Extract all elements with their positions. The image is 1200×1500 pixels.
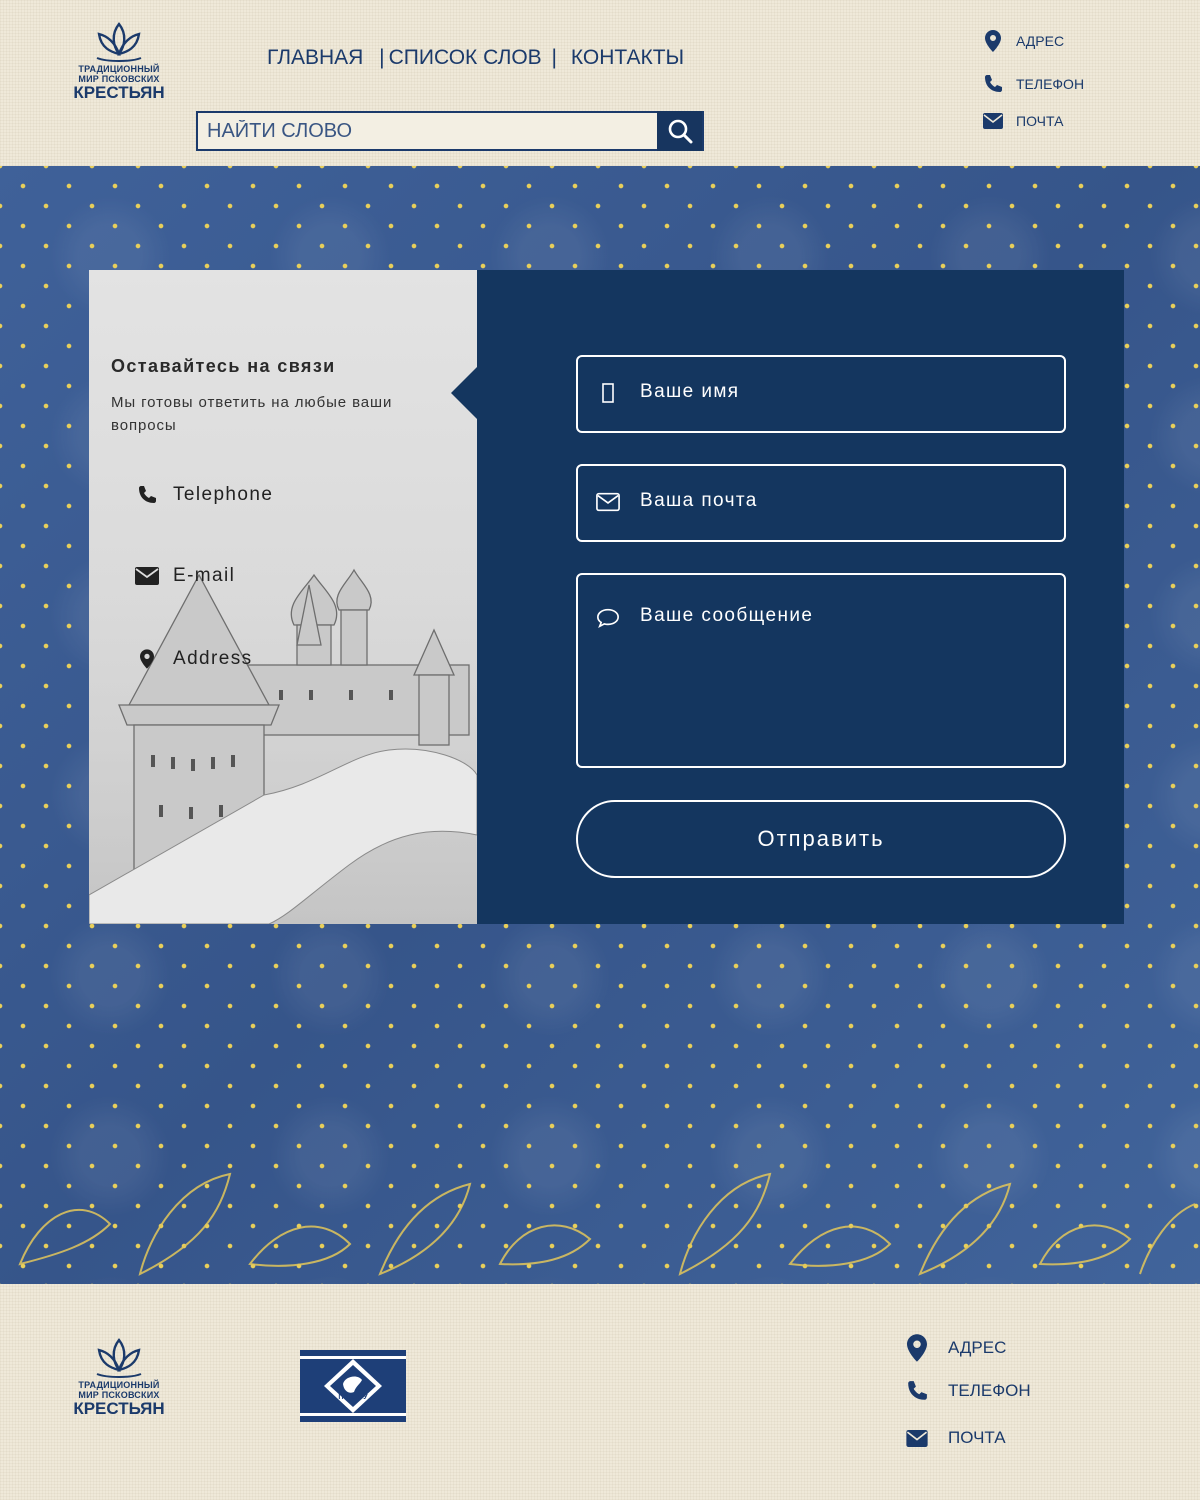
site-footer: ТРАДИЦИОННЫЙ МИР ПСКОВСКИХ КРЕСТЬЯН АДРЕ… xyxy=(0,1284,1200,1500)
panel-notch xyxy=(451,367,477,419)
logo-line-3: КРЕСТЬЯН xyxy=(73,83,165,102)
user-icon xyxy=(596,383,620,403)
phone-icon xyxy=(906,1380,928,1402)
logo-line-1: ТРАДИЦИОННЫЙ xyxy=(78,1380,160,1390)
nav-words-link[interactable]: СПИСОК СЛОВ xyxy=(389,46,542,70)
envelope-icon xyxy=(906,1429,928,1447)
logo-line-1: ТРАДИЦИОННЫЙ xyxy=(78,64,160,74)
nav-contacts-link[interactable]: КОНТАКТЫ xyxy=(571,46,684,70)
message-placeholder: Ваше сообщение xyxy=(640,605,814,626)
phone-icon xyxy=(982,74,1004,94)
footer-phone-label: ТЕЛЕФОН xyxy=(948,1381,1031,1400)
envelope-outline-icon xyxy=(596,492,620,512)
bird-ornament-border xyxy=(18,1172,1196,1276)
footer-mail[interactable]: ПОЧТА xyxy=(906,1428,1006,1448)
header-address[interactable]: АДРЕС xyxy=(982,30,1064,52)
header-mail[interactable]: ПОЧТА xyxy=(982,113,1063,129)
info-email[interactable]: E-mail xyxy=(133,565,235,587)
header-phone[interactable]: ТЕЛЕФОН xyxy=(982,74,1084,94)
map-pin-icon xyxy=(982,30,1004,52)
site-header: ТРАДИЦИОННЫЙ МИР ПСКОВСКИХ КРЕСТЬЯН ГЛАВ… xyxy=(0,0,1200,166)
main-nav: ГЛАВНАЯ | СПИСОК СЛОВ | КОНТАКТЫ xyxy=(267,46,684,70)
contact-form: Ваше имя Ваша почта Ваше сообщение Отпра… xyxy=(477,270,1124,924)
contact-card: Оставайтесь на связи Мы готовы ответить … xyxy=(89,270,1124,924)
logo-leaf-icon xyxy=(96,1338,142,1378)
message-field[interactable]: Ваше сообщение xyxy=(576,573,1066,768)
email-field[interactable]: Ваша почта xyxy=(576,464,1066,542)
search-button[interactable] xyxy=(657,111,702,151)
email-placeholder: Ваша почта xyxy=(640,490,758,511)
info-phone[interactable]: Telephone xyxy=(133,484,273,506)
nav-home-link[interactable]: ГЛАВНАЯ xyxy=(267,46,363,70)
nav-separator: | xyxy=(551,46,558,69)
map-pin-icon xyxy=(906,1334,928,1362)
kremlin-sketch-image xyxy=(89,535,477,924)
site-logo[interactable]: ТРАДИЦИОННЫЙ МИР ПСКОВСКИХ КРЕСТЬЯН xyxy=(64,20,174,110)
info-phone-label: Telephone xyxy=(173,484,274,505)
search-icon xyxy=(668,119,692,144)
envelope-icon xyxy=(982,113,1004,129)
info-address[interactable]: Address xyxy=(133,648,253,670)
contact-subtitle: Мы готовы ответить на любые ваши вопросы xyxy=(111,394,393,434)
nav-separator: | xyxy=(379,46,385,69)
footer-address[interactable]: АДРЕС xyxy=(906,1334,1006,1362)
header-mail-label: ПОЧТА xyxy=(1016,113,1064,129)
name-field[interactable]: Ваше имя xyxy=(576,355,1066,433)
info-email-label: E-mail xyxy=(173,565,236,586)
logo-line-3: КРЕСТЬЯН xyxy=(73,1399,165,1418)
header-phone-label: ТЕЛЕФОН xyxy=(1016,76,1085,92)
university-logo[interactable]: ПсковГУ xyxy=(300,1350,406,1422)
footer-mail-label: ПОЧТА xyxy=(948,1428,1006,1447)
logo-leaf-icon xyxy=(96,22,142,62)
map-pin-icon xyxy=(133,649,161,669)
footer-address-label: АДРЕС xyxy=(948,1338,1007,1357)
header-address-label: АДРЕС xyxy=(1016,33,1065,49)
search-input[interactable] xyxy=(198,113,660,149)
speech-bubble-icon xyxy=(596,607,620,629)
footer-phone[interactable]: ТЕЛЕФОН xyxy=(906,1380,1031,1402)
university-emblem-icon xyxy=(300,1350,406,1422)
contact-title: Оставайтесь на связи xyxy=(111,356,336,376)
info-address-label: Address xyxy=(173,648,253,669)
envelope-icon xyxy=(133,567,161,585)
search-bar xyxy=(196,111,704,151)
university-logo-text: ПсковГУ xyxy=(338,1394,368,1401)
submit-button[interactable]: Отправить xyxy=(576,800,1066,878)
contact-info-panel: Оставайтесь на связи Мы готовы ответить … xyxy=(89,270,477,924)
footer-logo[interactable]: ТРАДИЦИОННЫЙ МИР ПСКОВСКИХ КРЕСТЬЯН xyxy=(64,1336,174,1426)
name-placeholder: Ваше имя xyxy=(640,381,740,402)
phone-icon xyxy=(133,485,161,505)
